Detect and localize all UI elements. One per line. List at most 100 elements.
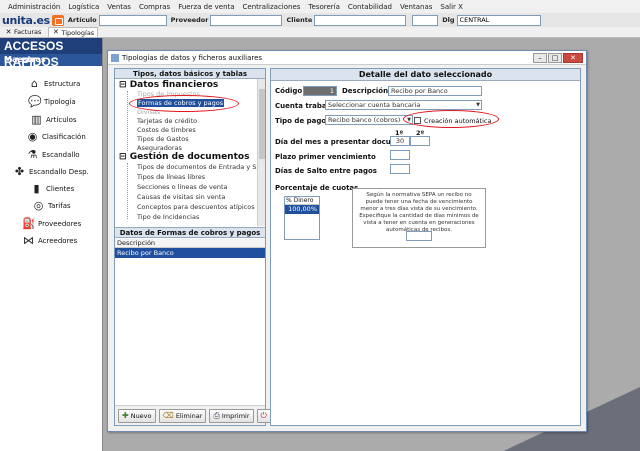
dlg-field-group: Dlg — [442, 14, 541, 26]
tree-item[interactable]: Tipos de líneas libres — [137, 173, 205, 181]
tree-item[interactable]: Tipos de Gastos — [137, 135, 189, 143]
close-icon[interactable]: ✕ — [52, 29, 59, 36]
tree-item[interactable]: Tipos de documentos de Entrada y Salida — [137, 163, 259, 171]
tree-item[interactable]: Costos de timbres — [137, 126, 196, 134]
toolbar: unita.es Artículo Proveedor Cliente Dlg — [0, 13, 640, 27]
sidebar-item-articulos[interactable]: ▥ Artículos — [30, 113, 77, 126]
types-panel: Tipos, datos básicos y tablas auxiliares… — [114, 68, 271, 426]
menu-ventas[interactable]: Ventas — [103, 3, 135, 11]
proveedor-input[interactable] — [210, 14, 283, 26]
tree-line — [127, 91, 128, 151]
tree-item[interactable]: Conceptos para descuentos atípicos — [137, 203, 255, 211]
sidebar-item-escandallo[interactable]: ⚗ Escandallo — [26, 148, 80, 161]
menu-administracion[interactable]: Administración — [4, 3, 64, 11]
dia-mes-2-input[interactable] — [410, 136, 430, 146]
close-button[interactable]: ✕ — [563, 53, 583, 63]
formas-panel-header: Datos de Formas de cobros y pagos — [115, 227, 265, 238]
blogger-icon[interactable] — [51, 14, 64, 26]
tree-group-gestion-documentos[interactable]: ⊟ Gestión de documentos — [119, 152, 249, 162]
collapse-icon[interactable]: ⊟ — [119, 152, 130, 162]
sidebar-item-tipologia[interactable]: 💬 Tipología — [28, 95, 76, 108]
tree-item[interactable]: Secciones o líneas de venta — [137, 183, 228, 191]
plazo-label: Plazo primer vencimiento — [275, 153, 376, 161]
window-title: Tipologías de datos y ficheros auxiliare… — [122, 53, 263, 62]
window-icon — [111, 53, 119, 62]
tree-item[interactable]: Tipo de Incidencias — [137, 213, 199, 221]
tree-scrollbar[interactable] — [257, 79, 265, 226]
maximize-button[interactable]: □ — [548, 53, 562, 63]
porcentaje-grid: % Dinero 100,00% — [284, 196, 320, 240]
sidebar-item-label: Clientes — [46, 184, 75, 193]
action-buttons: ✚ Nuevo ⌫ Eliminar ⎙ Imprimir ⏻ — [115, 405, 271, 425]
menu-logistica[interactable]: Logística — [64, 3, 103, 11]
sidebar-item-label: Tarifas — [48, 201, 71, 210]
sidebar-item-acreedores[interactable]: ⋈ Acreedores — [22, 234, 77, 247]
sidebar-item-label: Escandallo Desp. — [29, 167, 89, 176]
tree-group-label: Datos financieros — [129, 80, 219, 90]
descripcion-input[interactable]: Recibo por Banco — [388, 86, 482, 96]
menu-contabilidad[interactable]: Contabilidad — [344, 3, 396, 11]
pct-row[interactable]: 100,00% — [285, 205, 319, 214]
sepa-days-input[interactable] — [406, 231, 432, 241]
table-row[interactable]: Recibo por Banco — [115, 248, 265, 258]
tab-tipologias[interactable]: ✕ Tipologías — [48, 27, 99, 37]
sidebar-item-estructura[interactable]: ⌂ Estructura — [28, 77, 80, 90]
porcentaje-label: Porcentaje de cuotas — [275, 184, 359, 192]
tab-facturas[interactable]: ✕ Facturas — [2, 27, 44, 37]
highlight-annotation — [129, 95, 239, 112]
sidebar-item-label: Escandallo — [42, 150, 80, 159]
minimize-button[interactable]: – — [533, 53, 547, 63]
articulo-label: Artículo — [67, 16, 97, 24]
tipo-pago-select[interactable]: Recibo banco (cobros) — [325, 115, 413, 125]
power-icon: ⏻ — [260, 410, 267, 420]
dias-salto-input[interactable] — [390, 164, 410, 174]
close-icon[interactable]: ✕ — [5, 28, 12, 36]
articulo-field-group: Artículo — [67, 14, 167, 26]
tree-item[interactable]: Aseguradoras — [137, 144, 182, 152]
sidebar-item-proveedores[interactable]: ⛽ Proveedores — [22, 217, 81, 230]
scrollbar-thumb[interactable] — [259, 89, 265, 159]
window-controls: – □ ✕ — [533, 53, 583, 63]
sidebar-item-tarifas[interactable]: ◎ Tarifas — [32, 199, 71, 212]
nuevo-label: Nuevo — [130, 411, 152, 420]
menu-bar: Administración Logística Ventas Compras … — [0, 0, 640, 13]
descripcion-label: Descripción — [342, 87, 389, 95]
sidebar-item-clientes[interactable]: ▮ Clientes — [30, 182, 74, 195]
collapse-icon[interactable]: ⊟ — [119, 80, 130, 90]
menu-compras[interactable]: Compras — [135, 3, 174, 11]
nuevo-button[interactable]: ✚ Nuevo — [118, 408, 156, 423]
tree-group-datos-financieros[interactable]: ⊟ Datos financieros — [119, 80, 218, 90]
eliminar-button[interactable]: ⌫ Eliminar — [158, 408, 207, 423]
menu-centralizaciones[interactable]: Centralizaciones — [239, 3, 305, 11]
bow-tie-icon: ⋈ — [23, 234, 34, 247]
document-tabs: ✕ Facturas ✕ Tipologías — [0, 27, 640, 38]
quick-access-sidebar: ACCESOS RAPIDOS Maestros ⌂Estructura 💬Ti… — [0, 38, 103, 451]
logo-text: unita.es — [2, 13, 50, 27]
new-document-icon: ✚ — [122, 411, 129, 420]
cliente-input[interactable] — [314, 14, 407, 26]
tree-item[interactable]: Causas de visitas sin venta — [137, 193, 225, 201]
tab-tipologias-label: Tipologías — [61, 28, 95, 37]
folder-icon: ▮ — [33, 182, 40, 195]
sidebar-item-label: Artículos — [46, 115, 77, 124]
dlg-label: Dlg — [442, 16, 455, 24]
sidebar-item-clasificacion[interactable]: ◉ Clasificación — [26, 130, 86, 143]
unita-logo: unita.es — [2, 14, 64, 27]
grid-column-descripcion[interactable]: Descripción — [115, 239, 265, 248]
menu-fuerza-de-venta[interactable]: Fuerza de venta — [174, 3, 238, 11]
exit-button[interactable]: ⏻ — [256, 408, 271, 423]
sidebar-item-escandallo-desp[interactable]: ✤ Escandallo Desp. — [13, 165, 89, 178]
dia-mes-1-input[interactable]: 30 — [390, 136, 410, 146]
tree-item[interactable]: Tarjetas de crédito — [137, 117, 197, 125]
menu-salir[interactable]: Salir X — [436, 3, 467, 11]
cuenta-trabajo-select[interactable]: Seleccionar cuenta bancaria — [325, 100, 482, 110]
toolbar-blank-box[interactable] — [412, 14, 439, 26]
dlg-select[interactable] — [456, 14, 541, 26]
menu-ventanas[interactable]: Ventanas — [396, 3, 436, 11]
plazo-input[interactable] — [390, 150, 410, 160]
window-titlebar[interactable]: Tipologías de datos y ficheros auxiliare… — [108, 51, 586, 65]
articulo-input[interactable] — [98, 14, 167, 26]
imprimir-button[interactable]: ⎙ Imprimir — [209, 408, 254, 423]
pct-column-header: % Dinero — [285, 197, 319, 205]
menu-tesoreria[interactable]: Tesorería — [304, 3, 343, 11]
